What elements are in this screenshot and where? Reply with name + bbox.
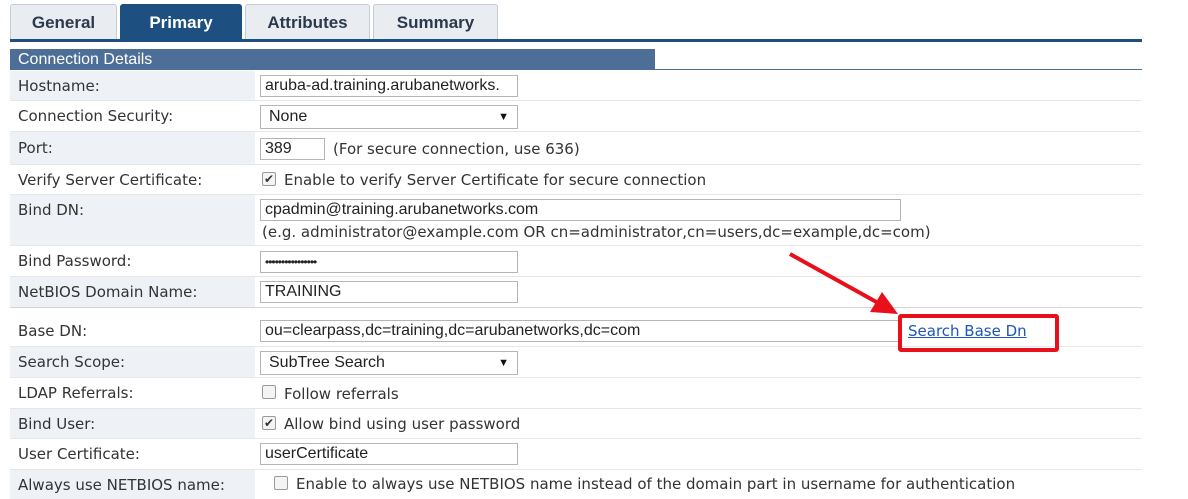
row-bind-user: Bind User: ✔ Allow bind using user passw… xyxy=(10,409,1142,439)
dropdown-arrow-icon: ▼ xyxy=(498,357,509,369)
row-ldap-referrals: LDAP Referrals: Follow referrals xyxy=(10,378,1142,409)
bind-password-input[interactable]: •••••••••••••••• xyxy=(260,251,518,273)
bind-password-label: Bind Password: xyxy=(18,252,132,270)
ldap-referrals-label: LDAP Referrals: xyxy=(18,384,134,402)
tab-general[interactable]: General xyxy=(10,4,117,40)
connection-security-select[interactable]: None ▼ xyxy=(260,105,518,129)
port-label: Port: xyxy=(10,132,255,164)
row-search-scope: Search Scope: SubTree Search ▼ xyxy=(10,347,1142,378)
row-always-netbios: Always use NETBIOS name: Enable to alway… xyxy=(10,470,1142,499)
search-scope-label: Search Scope: xyxy=(10,347,255,377)
connection-security-value: None xyxy=(269,108,308,125)
connection-security-label: Connection Security: xyxy=(18,107,174,125)
user-certificate-label: User Certificate: xyxy=(18,445,140,463)
verify-cert-label: Verify Server Certificate: xyxy=(18,170,203,189)
ldap-referrals-text: Follow referrals xyxy=(284,385,399,403)
base-dn-input[interactable]: ou=clearpass,dc=training,dc=arubanetwork… xyxy=(260,320,901,342)
port-input[interactable]: 389 xyxy=(260,138,325,160)
bind-user-label: Bind User: xyxy=(10,409,255,438)
tab-underline xyxy=(10,39,1142,42)
hostname-input[interactable]: aruba-ad.training.arubanetworks. xyxy=(260,75,518,97)
tab-summary[interactable]: Summary xyxy=(373,4,498,40)
verify-cert-text: Enable to verify Server Certificate for … xyxy=(284,171,707,189)
annotation-arrow-icon xyxy=(789,252,898,314)
always-netbios-checkbox[interactable] xyxy=(274,476,288,490)
section-title: Connection Details xyxy=(10,49,655,70)
search-scope-select[interactable]: SubTree Search ▼ xyxy=(260,351,518,375)
always-netbios-label: Always use NETBIOS name: xyxy=(10,470,255,499)
bind-dn-label: Bind DN: xyxy=(10,195,255,245)
bind-dn-input[interactable]: cpadmin@training.arubanetworks.com xyxy=(260,199,901,221)
search-scope-value: SubTree Search xyxy=(269,354,385,371)
row-port: Port: 389 (For secure connection, use 63… xyxy=(10,132,1142,165)
search-base-dn-link[interactable]: Search Base Dn xyxy=(908,322,1027,340)
row-netbios-domain: NetBIOS Domain Name: TRAINING xyxy=(10,277,1142,308)
tab-attributes[interactable]: Attributes xyxy=(245,4,370,40)
bind-user-text: Allow bind using user password xyxy=(284,415,521,433)
port-hint: (For secure connection, use 636) xyxy=(333,140,580,158)
base-dn-label: Base DN: xyxy=(18,322,88,340)
row-bind-password: Bind Password: •••••••••••••••• xyxy=(10,246,1142,277)
netbios-domain-label: NetBIOS Domain Name: xyxy=(10,277,255,307)
ldap-referrals-checkbox[interactable] xyxy=(262,385,276,399)
always-netbios-text: Enable to always use NETBIOS name instea… xyxy=(296,475,1016,493)
verify-cert-checkbox[interactable]: ✔ xyxy=(262,172,276,186)
section-rule xyxy=(10,69,1142,70)
row-connection-security: Connection Security: None ▼ xyxy=(10,101,1142,132)
bind-user-checkbox[interactable]: ✔ xyxy=(262,416,276,430)
row-hostname: Hostname: aruba-ad.training.arubanetwork… xyxy=(10,71,1142,101)
bind-dn-hint: (e.g. administrator@example.com OR cn=ad… xyxy=(262,223,931,241)
user-certificate-input[interactable]: userCertificate xyxy=(260,443,518,465)
hostname-label: Hostname: xyxy=(10,71,255,100)
tab-primary[interactable]: Primary xyxy=(120,4,242,40)
dropdown-arrow-icon: ▼ xyxy=(498,111,509,123)
row-bind-dn: Bind DN: cpadmin@training.arubanetworks.… xyxy=(10,195,1142,246)
netbios-domain-input[interactable]: TRAINING xyxy=(260,281,518,303)
row-verify-cert: Verify Server Certificate: ✔ Enable to v… xyxy=(10,165,1142,195)
row-user-certificate: User Certificate: userCertificate xyxy=(10,439,1142,470)
